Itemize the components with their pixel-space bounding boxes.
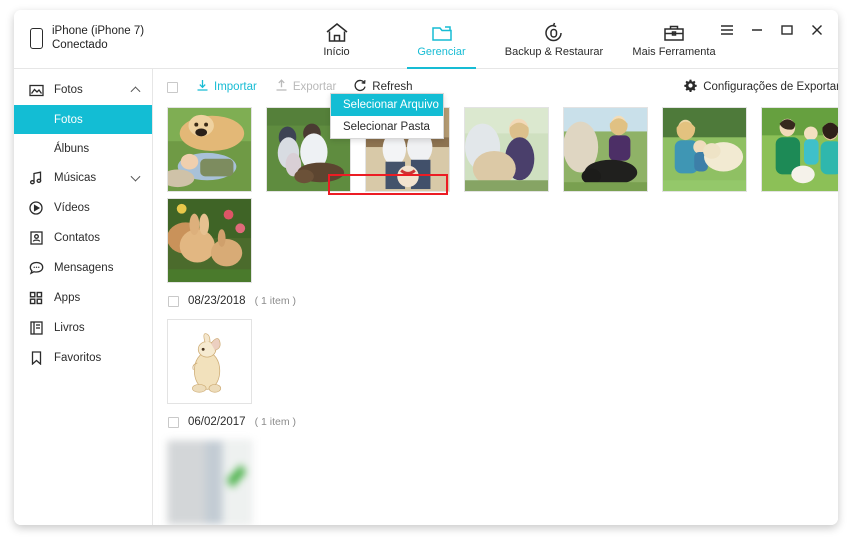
export-upload-icon xyxy=(275,79,288,95)
tab-gerenciar[interactable]: Gerenciar xyxy=(389,10,494,69)
sidebar-subitem-albuns[interactable]: Álbuns xyxy=(14,134,152,163)
photo-thumbnail[interactable] xyxy=(167,198,252,283)
home-icon xyxy=(325,22,349,44)
sidebar-item-apps-label: Apps xyxy=(54,292,81,304)
sidebar-item-musicas[interactable]: Músicas xyxy=(14,163,152,193)
backup-restore-icon xyxy=(542,22,566,44)
photo-row xyxy=(167,198,838,283)
device-name: iPhone (iPhone 7) xyxy=(52,25,145,37)
export-label: Exportar xyxy=(292,81,337,93)
import-label: Importar xyxy=(214,81,257,93)
sidebar-item-fotos-label: Fotos xyxy=(54,84,83,96)
sidebar-item-favoritos[interactable]: Favoritos xyxy=(14,343,152,373)
dropdown-item-selecionar-pasta-label: Selecionar Pasta xyxy=(343,121,430,133)
sidebar-item-videos-label: Vídeos xyxy=(54,202,90,214)
import-dropdown-menu: Selecionar Arquivo Selecionar Pasta xyxy=(330,93,444,139)
tab-mais-ferramenta[interactable]: Mais Ferramenta xyxy=(614,10,734,69)
sidebar: Fotos Fotos Álbuns Músicas Vídeos Contat… xyxy=(14,69,153,525)
date-group-date: 08/23/2018 xyxy=(188,295,246,307)
window-controls xyxy=(720,23,824,42)
sidebar-item-mensagens-label: Mensagens xyxy=(54,262,114,274)
photo-thumbnail[interactable] xyxy=(464,107,549,192)
date-group-header: 08/23/2018 ( 1 item ) xyxy=(167,289,838,313)
device-status: Conectado xyxy=(52,39,108,51)
photo-row xyxy=(167,107,838,192)
chevron-up-icon[interactable] xyxy=(130,86,141,97)
sidebar-item-contatos-label: Contatos xyxy=(54,232,101,244)
photo-row xyxy=(167,319,838,404)
close-icon[interactable] xyxy=(810,23,824,42)
photo-grid: 08/23/2018 ( 1 item ) 06/02/2017 (1 ite… xyxy=(153,101,838,525)
sidebar-item-mensagens[interactable]: Mensagens xyxy=(14,253,152,283)
date-group-header: 06/02/2017 ( 1 item ) xyxy=(167,410,838,434)
application-window: iPhone (iPhone 7) Conectado Início Geren… xyxy=(14,10,838,525)
export-settings-label: Configurações de Exportar xyxy=(703,81,838,93)
photo-thumbnail[interactable] xyxy=(167,319,252,404)
sidebar-subitem-fotos-label: Fotos xyxy=(54,113,83,126)
photo-thumbnail[interactable] xyxy=(761,107,838,192)
date-group-count: ( 1 item ) xyxy=(254,295,296,307)
minimize-icon[interactable] xyxy=(750,23,764,42)
refresh-label: Refresh xyxy=(372,81,413,93)
gear-icon xyxy=(684,79,697,95)
folder-icon xyxy=(430,22,454,44)
photo-thumbnail[interactable] xyxy=(662,107,747,192)
sidebar-subitem-albuns-label: Álbuns xyxy=(54,142,90,155)
main-body: Fotos Fotos Álbuns Músicas Vídeos Contat… xyxy=(14,69,838,525)
tab-inicio[interactable]: Início xyxy=(284,10,389,69)
photo-icon xyxy=(28,84,44,97)
import-button[interactable]: Importar xyxy=(196,79,257,95)
tab-mais-ferramenta-label: Mais Ferramenta xyxy=(632,45,716,58)
main-navigation: Início Gerenciar Backup & Restaurar Mais… xyxy=(284,10,734,69)
tab-gerenciar-label: Gerenciar xyxy=(417,45,466,58)
date-group-date: 06/02/2017 xyxy=(188,416,246,428)
message-bubble-icon xyxy=(28,261,44,275)
device-info: iPhone (iPhone 7) Conectado xyxy=(30,24,144,52)
tab-backup-restaurar-label: Backup & Restaurar xyxy=(504,45,604,58)
dropdown-item-selecionar-pasta[interactable]: Selecionar Pasta xyxy=(331,116,443,138)
photo-thumbnail[interactable] xyxy=(563,107,648,192)
content-panel: Importar Exportar Refresh Configurações … xyxy=(153,69,838,525)
maximize-icon[interactable] xyxy=(780,23,794,42)
photo-thumbnail[interactable] xyxy=(167,107,252,192)
sidebar-item-videos[interactable]: Vídeos xyxy=(14,193,152,223)
phone-icon xyxy=(30,27,43,49)
sidebar-item-musicas-label: Músicas xyxy=(54,172,97,184)
sidebar-item-fotos[interactable]: Fotos xyxy=(14,75,152,105)
sidebar-item-livros[interactable]: Livros xyxy=(14,313,152,343)
sidebar-item-livros-label: Livros xyxy=(54,322,85,334)
tab-inicio-label: Início xyxy=(323,45,350,58)
video-play-icon xyxy=(28,201,44,215)
toolbox-icon xyxy=(662,22,686,44)
dropdown-item-selecionar-arquivo[interactable]: Selecionar Arquivo xyxy=(331,94,443,116)
music-note-icon xyxy=(28,171,44,185)
sidebar-item-apps[interactable]: Apps xyxy=(14,283,152,313)
sidebar-subitem-fotos[interactable]: Fotos xyxy=(14,105,152,134)
tab-backup-restaurar[interactable]: Backup & Restaurar xyxy=(494,10,614,69)
import-download-icon xyxy=(196,79,209,95)
select-all-checkbox[interactable] xyxy=(167,81,178,93)
photo-thumbnail[interactable] xyxy=(167,440,252,525)
date-group-count: ( 1 item ) xyxy=(254,416,296,428)
menu-icon[interactable] xyxy=(720,23,734,42)
content-toolbar: Importar Exportar Refresh Configurações … xyxy=(153,73,838,101)
date-group-checkbox[interactable] xyxy=(168,295,179,307)
contact-card-icon xyxy=(28,231,44,245)
export-settings-button[interactable]: Configurações de Exportar xyxy=(684,79,838,95)
title-bar: iPhone (iPhone 7) Conectado Início Geren… xyxy=(14,10,838,69)
date-group-checkbox[interactable] xyxy=(168,416,179,428)
dropdown-item-selecionar-arquivo-label: Selecionar Arquivo xyxy=(343,99,439,111)
book-icon xyxy=(28,321,44,335)
sidebar-item-favoritos-label: Favoritos xyxy=(54,352,102,364)
sidebar-item-contatos[interactable]: Contatos xyxy=(14,223,152,253)
photo-row xyxy=(167,440,838,525)
apps-grid-icon xyxy=(28,291,44,305)
export-button[interactable]: Exportar xyxy=(275,79,336,95)
chevron-down-icon[interactable] xyxy=(130,171,141,182)
bookmark-icon xyxy=(28,351,44,365)
